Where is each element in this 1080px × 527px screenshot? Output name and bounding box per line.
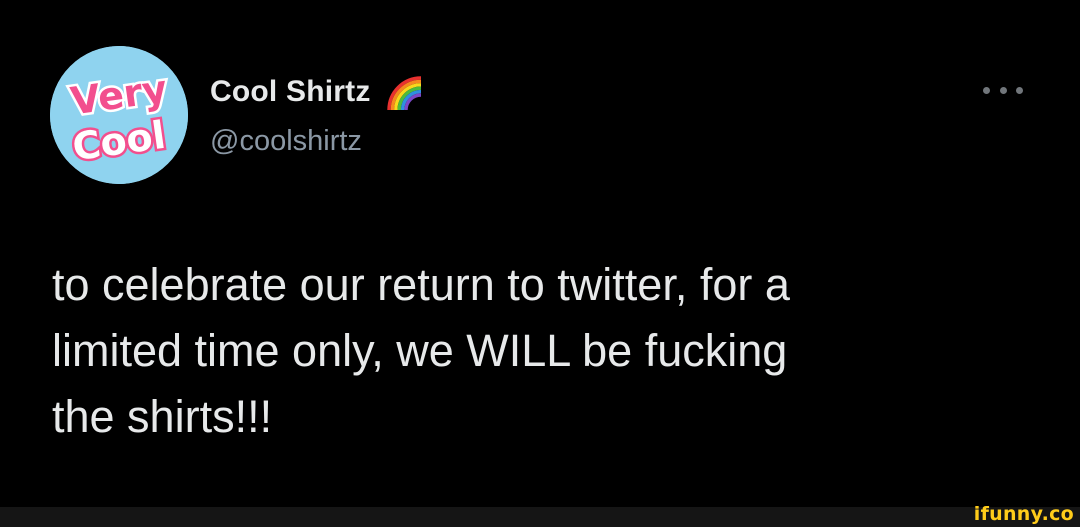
- very-cool-logo: Very Cool: [50, 46, 188, 184]
- rainbow-icon: [383, 70, 427, 114]
- tweet-text-line: the shirts!!!: [52, 391, 273, 442]
- ifunny-watermark: ifunny.co: [973, 503, 1074, 525]
- more-horizontal-icon[interactable]: [983, 80, 1023, 100]
- dot: [999, 86, 1007, 94]
- footer-bar: [0, 507, 1080, 527]
- avatar[interactable]: Very Cool: [50, 46, 188, 184]
- dot: [983, 86, 990, 94]
- tweet-card: Very Cool Cool Shirtz @coolshirtz to cel…: [0, 0, 1080, 507]
- dot: [1016, 86, 1023, 94]
- tweet-text-line: limited time only, we WILL be fucking: [52, 325, 788, 376]
- display-name[interactable]: Cool Shirtz: [210, 75, 371, 109]
- tweet-text-line: to celebrate our return to twitter, for …: [52, 259, 790, 310]
- display-name-row[interactable]: Cool Shirtz: [210, 72, 427, 112]
- user-handle[interactable]: @coolshirtz: [210, 125, 362, 158]
- tweet-text: to celebrate our return to twitter, for …: [52, 252, 1052, 450]
